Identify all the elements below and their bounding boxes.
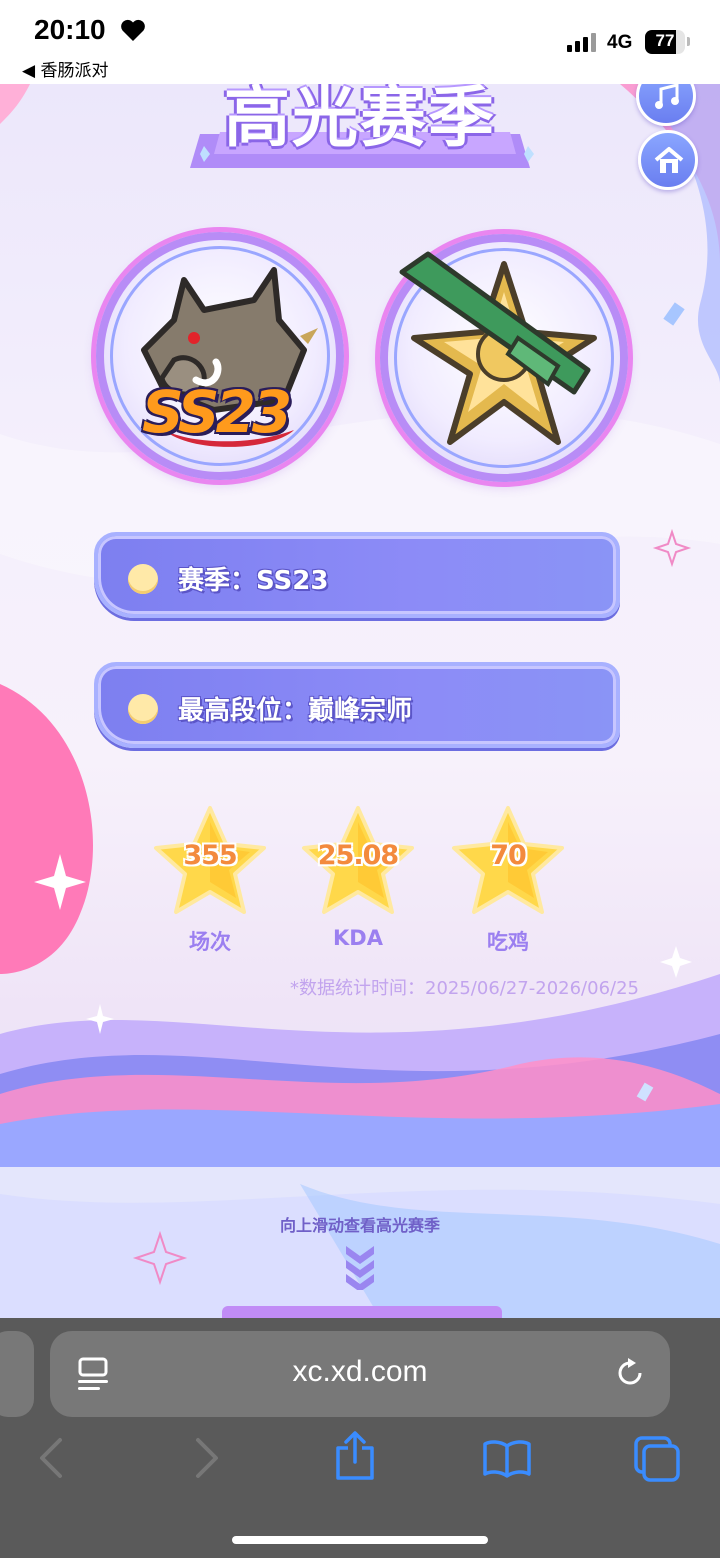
rank-info-bar: 最高段位：巅峰宗师 (94, 662, 620, 748)
season-info-bar: 赛季：SS23 (94, 532, 620, 618)
bookmarks-icon[interactable] (482, 1438, 532, 1480)
back-to-app-link[interactable]: ◀ 香肠派对 (22, 56, 108, 81)
bullet-dot (128, 564, 158, 594)
battery-icon: 77 (645, 30, 685, 54)
stat-kda-value: 25.08 (317, 840, 399, 871)
web-content[interactable]: 高光赛季 SS23 赛季：SS23 最高段位：巅峰宗师 355 场次 25.08… (0, 84, 720, 1318)
next-section-banner-peek (222, 1306, 502, 1318)
battery-percent: 77 (655, 31, 675, 50)
page-title: 高光赛季 (224, 84, 496, 156)
previous-tab-peek[interactable] (0, 1331, 34, 1417)
rank-medal (380, 234, 628, 482)
share-icon[interactable] (334, 1430, 376, 1482)
forward-arrow-icon[interactable] (192, 1436, 222, 1480)
tabs-icon[interactable] (634, 1436, 682, 1482)
stat-kda-caption: KDA (333, 926, 383, 950)
data-period-note: *数据统计时间：2025/06/27-2026/06/25 (290, 978, 639, 999)
stat-matches-caption: 场次 (189, 930, 231, 954)
rank-label: 最高段位：巅峰宗师 (178, 696, 413, 726)
signal-icon (567, 32, 596, 52)
stat-wins-caption: 吃鸡 (487, 930, 529, 954)
chevrons-down-icon (346, 1246, 374, 1290)
stat-wins: 70 吃鸡 (448, 802, 568, 954)
reload-icon[interactable] (612, 1355, 648, 1391)
heart-icon (121, 19, 145, 41)
stat-kda: 25.08 KDA (298, 802, 418, 952)
clock: 20:10 (34, 14, 106, 45)
music-icon (655, 84, 679, 109)
bullet-dot (128, 694, 158, 724)
browser-toolbar: xc.xd.com (0, 1318, 720, 1558)
stat-wins-value: 70 (490, 840, 527, 871)
home-button[interactable] (638, 130, 698, 190)
address-bar[interactable]: xc.xd.com (50, 1331, 670, 1417)
network-type: 4G (607, 32, 633, 53)
back-arrow-icon[interactable] (36, 1436, 66, 1480)
stat-matches: 355 场次 (150, 802, 270, 954)
season-medal: SS23 (96, 232, 344, 480)
battery-tip (687, 37, 690, 46)
medal-season-text: SS23 (142, 378, 292, 446)
stat-matches-value: 355 (183, 840, 237, 871)
home-indicator[interactable] (232, 1536, 488, 1544)
scroll-hint: 向上滑动查看高光赛季 (279, 1216, 440, 1235)
home-icon (654, 147, 684, 173)
star-rifle-emblem-icon (399, 251, 597, 445)
url-text: xc.xd.com (292, 1355, 428, 1388)
status-bar: 20:10 ◀ 香肠派对 4G 77 (0, 0, 720, 84)
season-label: 赛季：SS23 (178, 566, 329, 596)
